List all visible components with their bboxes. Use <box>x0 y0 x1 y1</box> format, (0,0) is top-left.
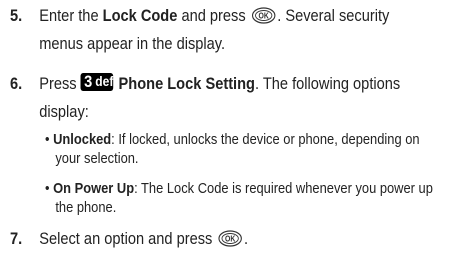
step-7: 7. Select an option and press OK . <box>10 225 401 253</box>
ok-key-label: OK <box>225 234 236 244</box>
option-unlocked: • Unlocked: If locked, unlocks the devic… <box>45 130 420 168</box>
step-number: 6. <box>10 74 23 93</box>
option-description: : The Lock Code is required whenever you… <box>134 180 433 197</box>
option-on-power-up: • On Power Up: The Lock Code is required… <box>45 179 433 217</box>
step-text: Press <box>39 74 81 93</box>
step-number: 5. <box>10 6 23 25</box>
step-text: Select an option and press <box>39 229 217 248</box>
key-3-digit: 3 <box>84 72 93 91</box>
ok-key-label: OK <box>258 11 269 21</box>
step-text-continued: menus appear in the display. <box>39 34 226 53</box>
step-text: . <box>243 229 249 248</box>
bullet-icon: • <box>45 131 50 148</box>
option-term: Unlocked <box>53 131 112 148</box>
step-text-continued: display: <box>39 102 89 121</box>
ok-key-icon: OK <box>251 7 276 24</box>
step-text: . The following options <box>254 74 401 93</box>
step-5: 5. Enter the Lock Code and press OK . Sev… <box>10 2 401 58</box>
step-text: and press <box>177 6 250 25</box>
option-description-continued: your selection. <box>55 150 139 167</box>
step-text: Enter the <box>39 6 103 25</box>
step-text: . Several security <box>277 6 390 25</box>
key-3-letters: def <box>95 73 114 89</box>
option-description-continued: the phone. <box>55 199 117 216</box>
step-6: 6. Press 3 def Phone Lock Setting. The foll… <box>10 70 401 126</box>
step-number: 7. <box>10 229 23 248</box>
ok-key-icon: OK <box>218 230 242 247</box>
key-3-def-icon: 3 def <box>80 72 114 91</box>
option-term: On Power Up <box>53 180 135 197</box>
lock-code-term: Lock Code <box>102 6 178 25</box>
option-description: : If locked, unlocks the device or phone… <box>111 131 420 148</box>
phone-lock-setting-term: Phone Lock Setting <box>118 74 255 93</box>
bullet-icon: • <box>45 180 50 197</box>
